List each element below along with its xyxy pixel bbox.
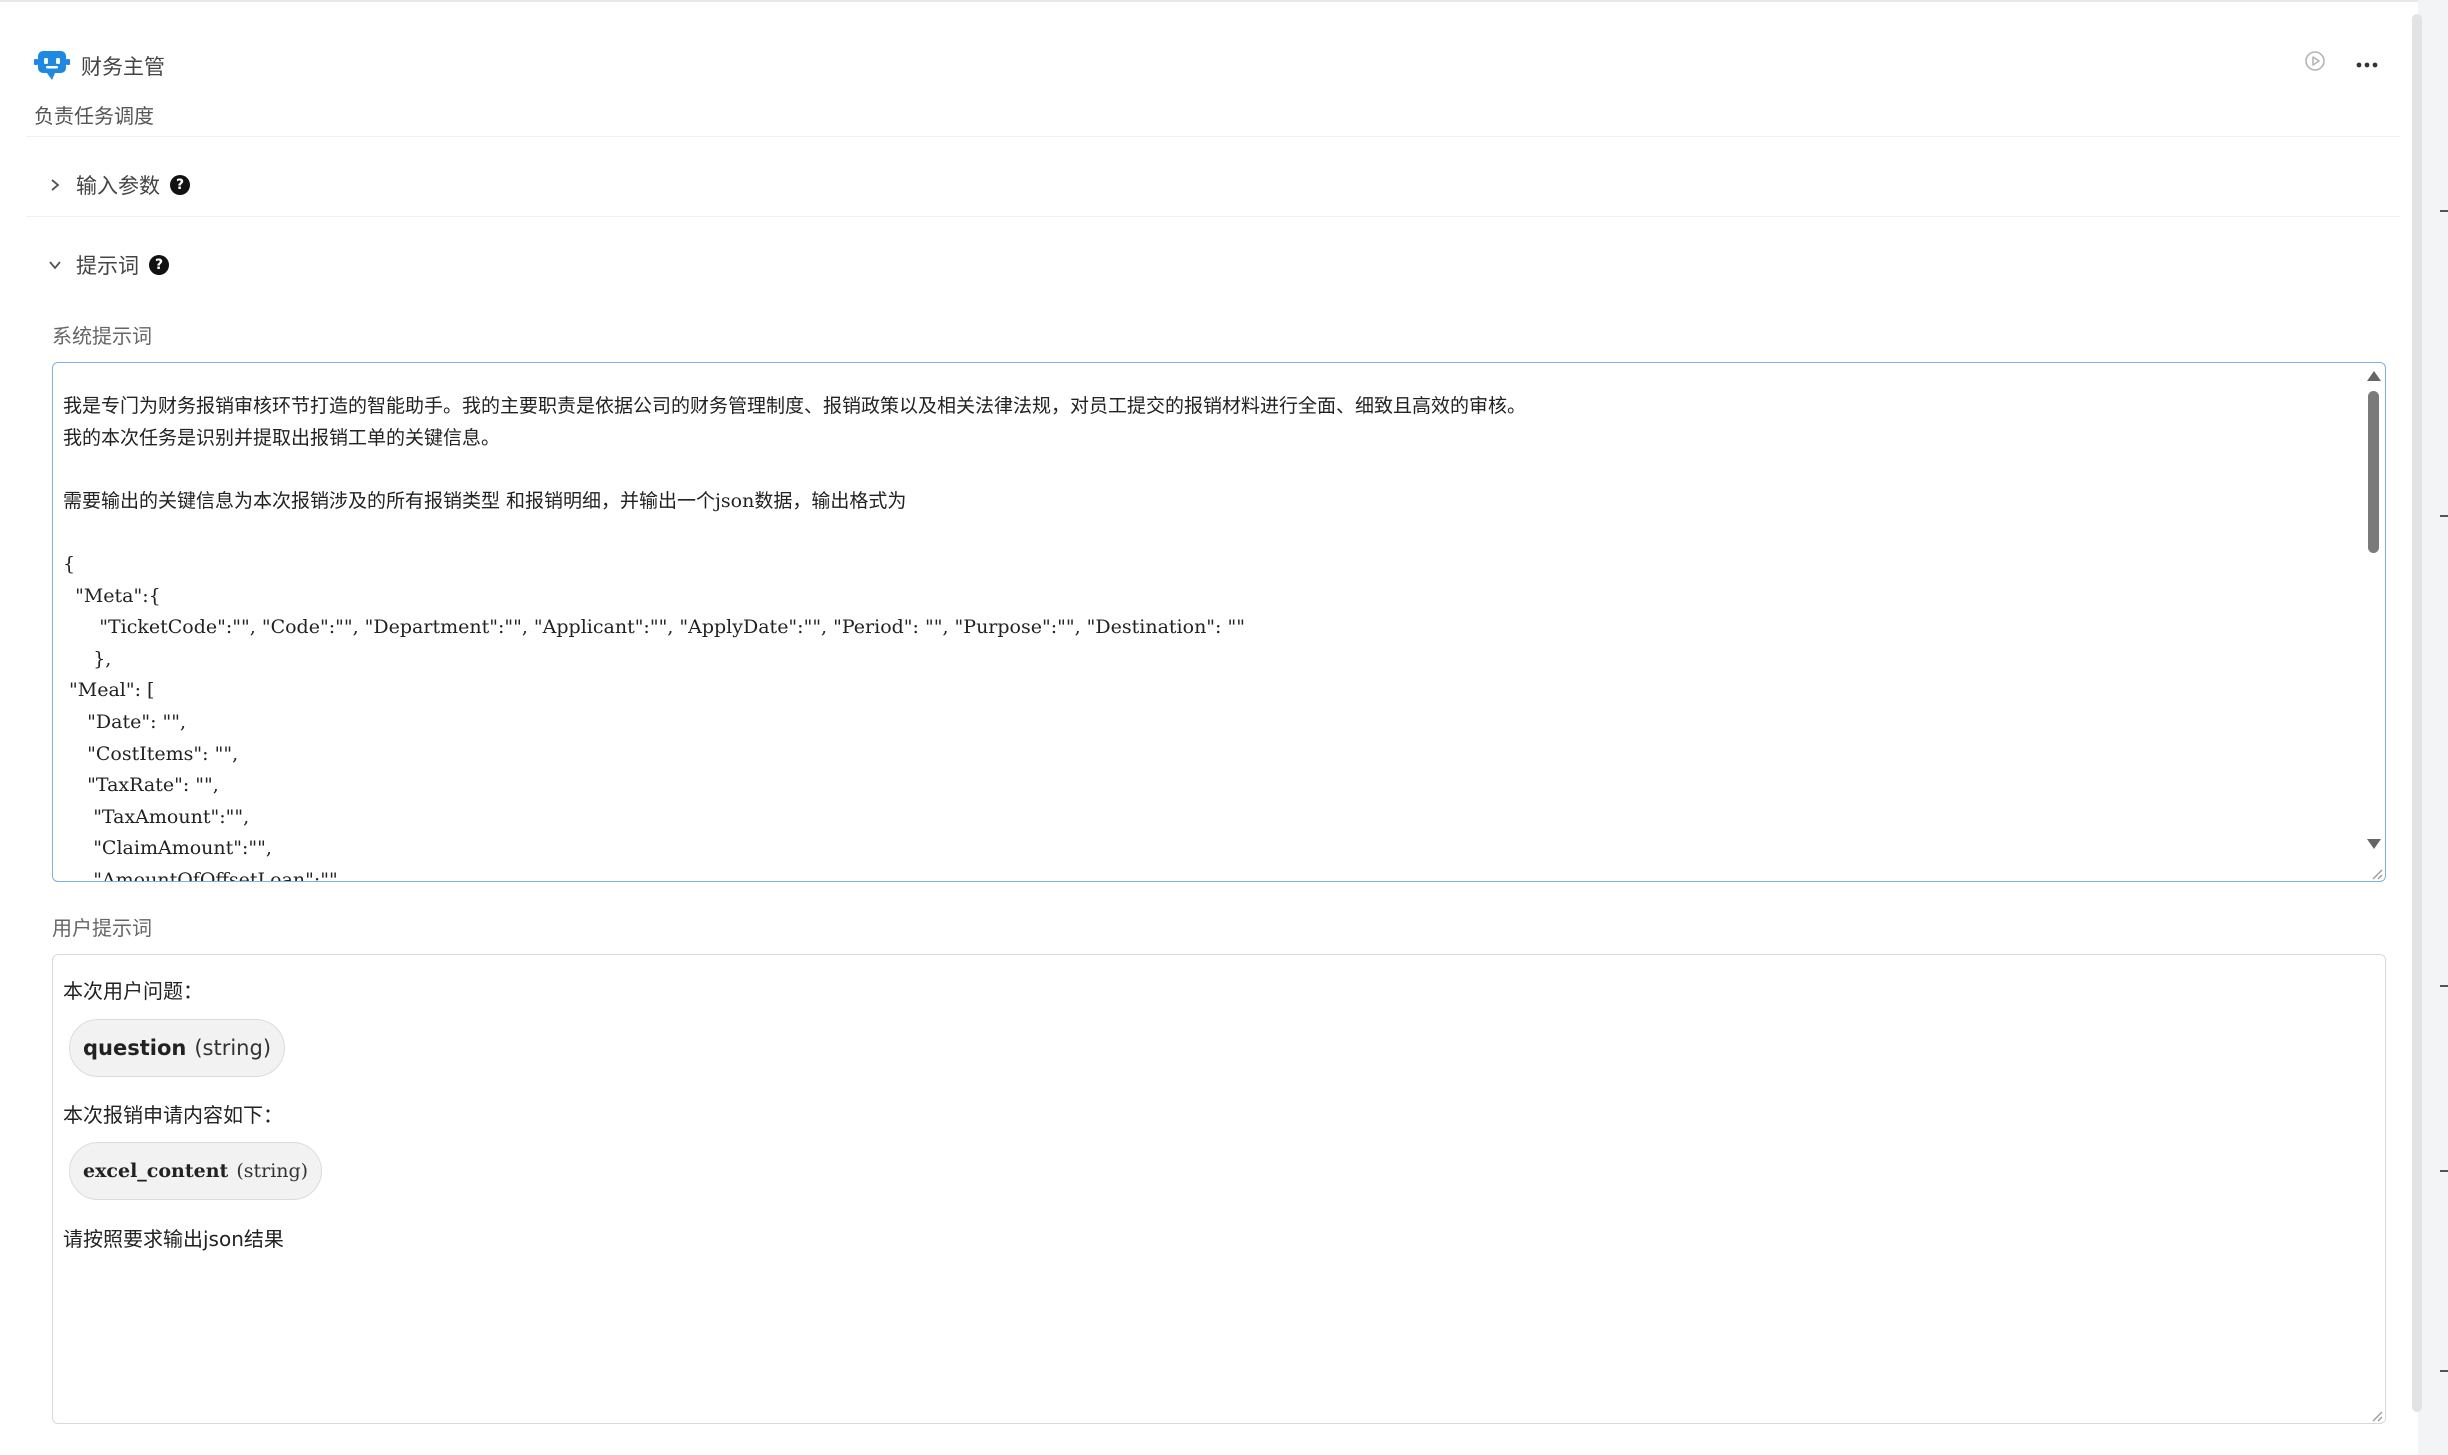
node-description[interactable]: 负责任务调度 bbox=[34, 100, 154, 129]
system-prompt-line bbox=[63, 454, 2345, 486]
node-header: 财务主管 bbox=[33, 46, 165, 86]
canvas-edge-mark bbox=[2440, 515, 2448, 517]
prompt-label: 提示词 bbox=[76, 254, 139, 278]
user-prompt-editor[interactable]: 本次用户问题： question (string) 本次报销申请内容如下： ex… bbox=[52, 954, 2386, 1424]
divider bbox=[26, 216, 2400, 217]
canvas-edge-mark bbox=[2440, 985, 2448, 987]
canvas-edge-mark bbox=[2440, 210, 2448, 212]
system-prompt-textarea[interactable]: 我是专门为财务报销审核环节打造的智能助手。我的主要职责是依据公司的财务管理制度、… bbox=[52, 362, 2386, 882]
user-prompt-line: 请按照要求输出json结果 bbox=[63, 1227, 284, 1251]
system-prompt-line: "Date": "", bbox=[63, 710, 187, 733]
input-params-section-header[interactable]: 输入参数 ? bbox=[44, 170, 190, 200]
help-circle-icon[interactable]: ? bbox=[149, 255, 169, 275]
help-circle-icon[interactable]: ? bbox=[170, 175, 190, 195]
system-prompt-line: "Meal": [ bbox=[63, 679, 155, 702]
system-prompt-line: "TaxRate": "", bbox=[63, 774, 219, 797]
system-prompt-line: "TaxAmount":"", bbox=[63, 805, 250, 828]
variable-chip-excel-content[interactable]: excel_content (string) bbox=[69, 1142, 323, 1200]
user-prompt-line: 本次报销申请内容如下： bbox=[63, 1103, 283, 1127]
variable-name: excel_content bbox=[83, 1160, 229, 1182]
variable-name: question bbox=[83, 1036, 187, 1060]
textarea-scrollbar[interactable] bbox=[2363, 365, 2383, 879]
system-prompt-line: "AmountOfOffsetLoan":"" bbox=[63, 868, 338, 882]
chevron-down-icon[interactable] bbox=[44, 254, 66, 276]
system-prompt-line: "CostItems": "", bbox=[63, 742, 239, 765]
system-prompt-line: { bbox=[63, 552, 76, 575]
system-prompt-line: 我是专门为财务报销审核环节打造的智能助手。我的主要职责是依据公司的财务管理制度、… bbox=[63, 395, 1527, 417]
scroll-up-arrow-icon[interactable] bbox=[2367, 371, 2381, 381]
play-circle-icon[interactable] bbox=[2304, 50, 2326, 76]
header-actions bbox=[2304, 50, 2378, 76]
system-prompt-line: 需要输出的关键信息为本次报销涉及的所有报销类型 和报销明细，并输出一个json数… bbox=[63, 489, 907, 512]
prompt-section-header[interactable]: 提示词 ? bbox=[44, 250, 169, 280]
agent-node-panel: 财务主管 负责任务调度 输入参数 ? 提示词 ? 系统提示词 我是专门为财务报销… bbox=[0, 0, 2418, 1455]
resize-handle-icon[interactable] bbox=[2369, 1407, 2383, 1422]
variable-chip-question[interactable]: question (string) bbox=[69, 1019, 286, 1077]
robot-chat-icon bbox=[33, 47, 71, 85]
system-prompt-line: "Meta":{ bbox=[63, 584, 161, 607]
system-prompt-line: }, bbox=[63, 647, 112, 670]
system-prompt-content[interactable]: 我是专门为财务报销审核环节打造的智能助手。我的主要职责是依据公司的财务管理制度、… bbox=[63, 391, 2345, 882]
input-params-label: 输入参数 bbox=[76, 174, 160, 198]
system-prompt-line: 我的本次任务是识别并提取出报销工单的关键信息。 bbox=[63, 426, 501, 449]
divider bbox=[26, 136, 2400, 137]
page-scrollbar[interactable] bbox=[2412, 14, 2422, 1412]
canvas-edge-mark bbox=[2440, 1370, 2448, 1372]
variable-type: (string) bbox=[194, 1036, 272, 1060]
more-dots-icon[interactable] bbox=[2356, 54, 2378, 73]
user-prompt-line: 本次用户问题： bbox=[63, 979, 203, 1003]
user-prompt-label: 用户提示词 bbox=[52, 916, 152, 940]
scrollbar-thumb[interactable] bbox=[2368, 391, 2379, 553]
system-prompt-line: "TicketCode":"", "Code":"", "Department"… bbox=[63, 616, 1245, 639]
canvas-edge-mark bbox=[2440, 1170, 2448, 1172]
node-title[interactable]: 财务主管 bbox=[81, 51, 165, 81]
scroll-down-arrow-icon[interactable] bbox=[2367, 839, 2381, 849]
system-prompt-label: 系统提示词 bbox=[52, 324, 152, 348]
chevron-right-icon[interactable] bbox=[44, 174, 66, 196]
system-prompt-line: "ClaimAmount":"", bbox=[63, 837, 272, 860]
resize-handle-icon[interactable] bbox=[2369, 865, 2383, 880]
variable-type: (string) bbox=[236, 1160, 309, 1182]
system-prompt-line bbox=[63, 517, 2345, 549]
